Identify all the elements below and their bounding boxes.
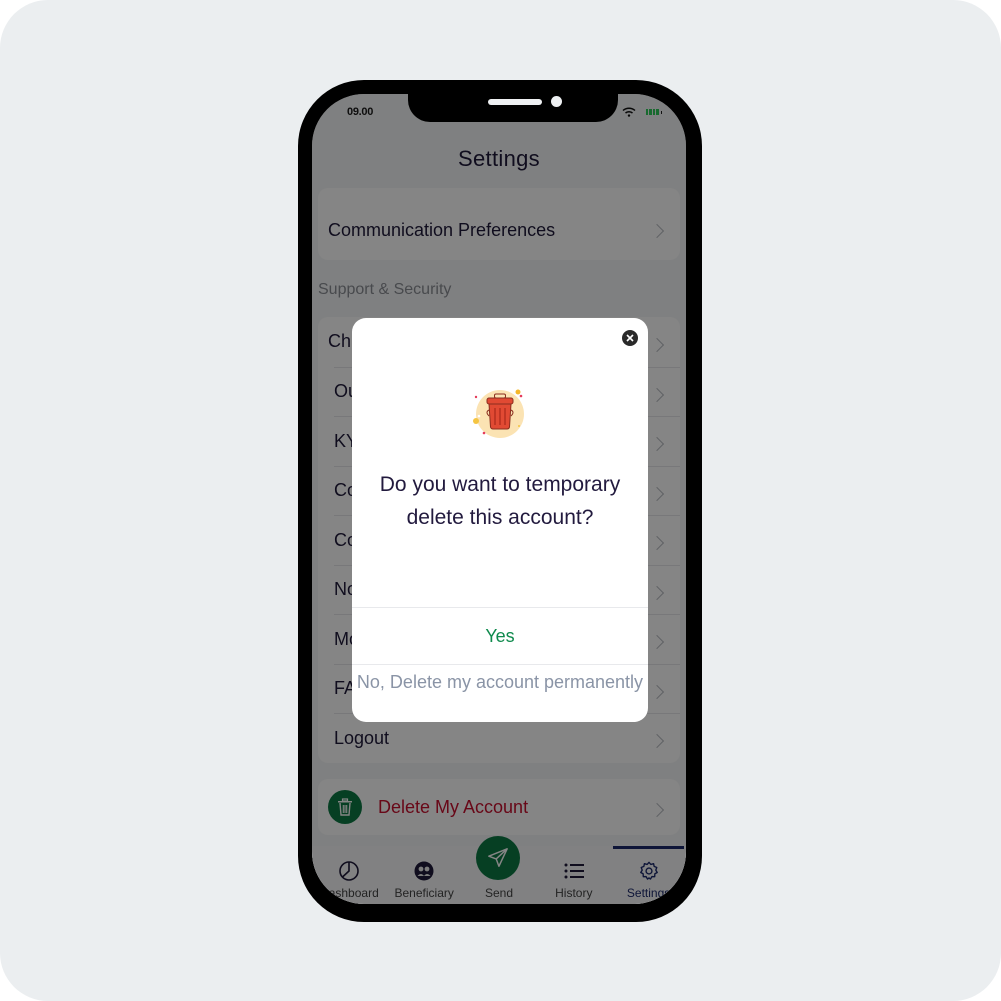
close-icon[interactable] bbox=[622, 330, 638, 346]
speaker bbox=[488, 99, 542, 105]
camera bbox=[551, 96, 562, 107]
trash-can-illustration bbox=[473, 389, 524, 438]
notch bbox=[408, 94, 618, 122]
delete-permanently-button[interactable]: No, Delete my account permanently bbox=[352, 664, 648, 722]
delete-account-dialog: Do you want to temporary delete this acc… bbox=[352, 318, 648, 722]
dialog-title: Do you want to temporary delete this acc… bbox=[379, 473, 621, 529]
yes-button[interactable]: Yes bbox=[352, 607, 648, 664]
